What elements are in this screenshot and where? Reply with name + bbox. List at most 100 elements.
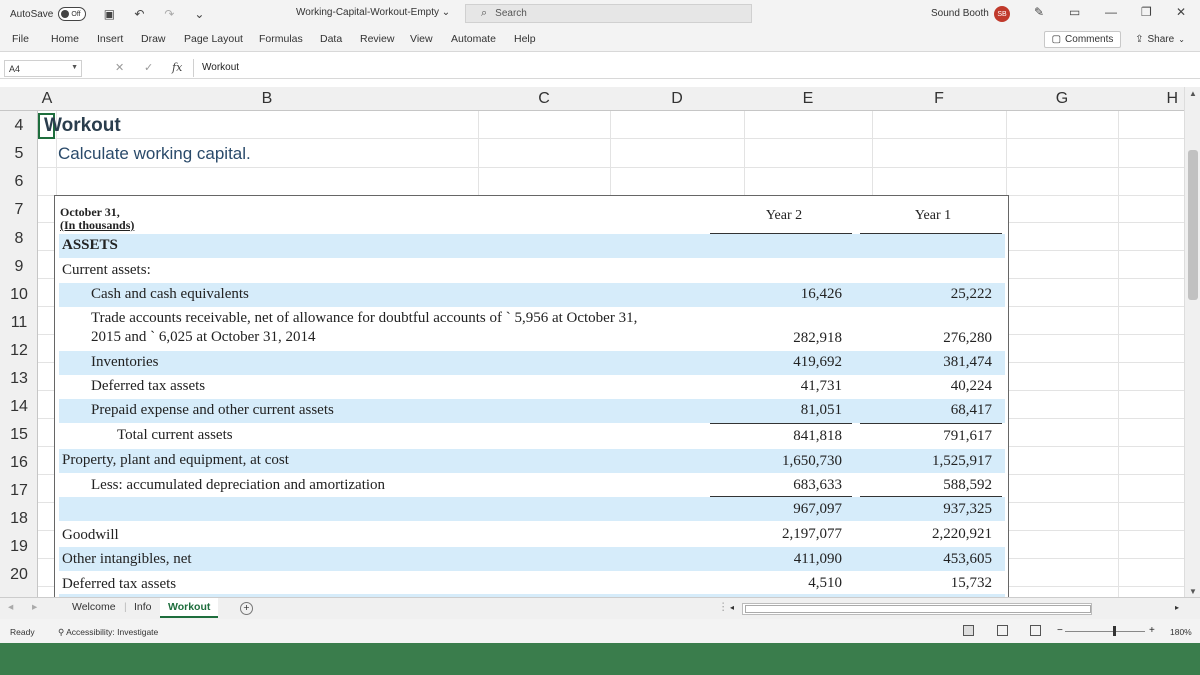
table-cell-y2: 683,633 [793,477,842,493]
row-header-19[interactable]: 19 [0,538,38,556]
tab-view[interactable]: View [410,33,433,45]
restore-icon[interactable]: ❐ [1141,5,1152,19]
row-header-6[interactable]: 6 [0,173,38,191]
customize-icon[interactable]: ⌄ [192,7,206,21]
zoom-out-icon[interactable]: − [1057,625,1063,636]
row-header-18[interactable]: 18 [0,510,38,528]
autosave-toggle[interactable]: Off [58,7,87,21]
tab-automate[interactable]: Automate [451,33,496,45]
ribbon-display-icon[interactable]: ▭ [1069,5,1080,19]
column-header-a[interactable]: A [38,90,56,108]
tab-review[interactable]: Review [360,33,394,45]
row-header-14[interactable]: 14 [0,398,38,416]
table-cell-y2: 419,692 [793,354,842,370]
row-header-16[interactable]: 16 [0,454,38,472]
page-title[interactable]: Workout [44,115,121,137]
column-header-h[interactable]: H [1118,90,1184,108]
search-icon: ⌕ [481,7,488,19]
scroll-left-icon[interactable]: ◂ [730,603,734,612]
tab-file[interactable]: File [12,33,29,45]
table-cell-y1: 40,224 [950,378,992,394]
scroll-down-icon[interactable]: ▼ [1189,587,1197,596]
row-header-12[interactable]: 12 [0,342,38,360]
pen-icon[interactable]: ✎ [1034,5,1044,19]
table-cell-y1: 791,617 [943,428,992,444]
vertical-scroll-thumb[interactable] [1188,150,1198,300]
row-header-9[interactable]: 9 [0,258,38,276]
row-header-17[interactable]: 17 [0,482,38,500]
row-header-7[interactable]: 7 [0,201,38,219]
scroll-right-icon[interactable]: ▸ [1175,603,1179,612]
zoom-level[interactable]: 180% [1170,627,1192,637]
tab-home[interactable]: Home [51,33,79,45]
row-header-11[interactable]: 11 [0,314,38,332]
tab-help[interactable]: Help [514,33,536,45]
table-cell-y2: 841,818 [793,428,842,444]
comment-icon: ▢ [1051,34,1062,45]
page-break-view-icon[interactable] [1030,625,1041,636]
table-row-label: Total current assets [117,427,233,443]
close-icon[interactable]: ✕ [1176,5,1186,19]
tab-draw[interactable]: Draw [141,33,166,45]
avatar[interactable]: SB [994,6,1010,22]
tab-insert[interactable]: Insert [97,33,123,45]
user-name[interactable]: Sound Booth [931,8,989,19]
zoom-slider[interactable] [1065,631,1145,632]
name-box[interactable]: A4 ▼ [4,60,82,77]
column-header-d[interactable]: D [610,90,744,108]
add-sheet-button[interactable]: + [240,602,253,615]
chevron-down-icon[interactable]: ▼ [71,64,78,71]
tab-next-icon[interactable]: ▸ [32,601,37,613]
page-subtitle[interactable]: Calculate working capital. [58,144,251,164]
cancel-icon[interactable]: ✕ [115,61,124,74]
row-header-15[interactable]: 15 [0,426,38,444]
horizontal-scrollbar[interactable] [742,603,1092,615]
document-title[interactable]: Working-Capital-Workout-Empty ⌄ [296,7,450,18]
column-header-f[interactable]: F [872,90,1006,108]
grid-row [38,111,1184,139]
table-cell-y1: 453,605 [943,551,992,567]
tab-info[interactable]: Info [134,601,152,613]
worksheet-grid[interactable]: A B C D E F G H 4 5 6 7 8 9 10 11 12 13 … [0,87,1184,597]
redo-icon[interactable]: ↷ [162,7,176,21]
row-header-8[interactable]: 8 [0,230,38,248]
undo-icon[interactable]: ↶ [132,7,146,21]
tab-prev-icon[interactable]: ◂ [8,601,13,613]
search-box[interactable]: ⌕ Search [465,4,752,23]
row-header-5[interactable]: 5 [0,145,38,163]
normal-view-icon[interactable] [963,625,974,636]
row-header-10[interactable]: 10 [0,286,38,304]
horizontal-scroll-thumb[interactable] [745,605,1091,613]
tab-data[interactable]: Data [320,33,342,45]
tab-workout[interactable]: Workout [160,598,219,618]
column-header-c[interactable]: C [478,90,610,108]
zoom-in-icon[interactable]: + [1149,625,1155,636]
autosave-control[interactable]: AutoSave Off [10,7,87,21]
row-header-4[interactable]: 4 [0,117,38,135]
row-header-13[interactable]: 13 [0,370,38,388]
column-header-e[interactable]: E [744,90,872,108]
autosave-state: Off [71,10,81,18]
grid-column-line [1118,111,1119,597]
scroll-up-icon[interactable]: ▲ [1189,89,1197,98]
tab-page-layout[interactable]: Page Layout [184,33,243,45]
split-handle-icon[interactable]: ⋮ [718,601,729,613]
column-header-g[interactable]: G [1006,90,1118,108]
formula-input[interactable]: Workout [202,62,239,73]
page-layout-view-icon[interactable] [997,625,1008,636]
zoom-slider-knob[interactable] [1113,626,1116,636]
accessibility-status[interactable]: ⚲ Accessibility: Investigate [58,627,158,638]
minimize-icon[interactable]: — [1105,5,1117,19]
comments-button[interactable]: ▢ Comments [1044,31,1121,48]
insert-function-icon[interactable]: fx [172,61,182,74]
save-icon[interactable]: ▣ [102,7,116,21]
enter-icon[interactable]: ✓ [144,61,153,74]
share-button[interactable]: ⇪ Share ⌄ [1128,31,1192,48]
table-cell-y2: 2,197,077 [782,526,842,542]
tab-welcome[interactable]: Welcome [72,601,116,613]
column-header-b[interactable]: B [56,90,478,108]
table-row-label: Goodwill [62,527,119,543]
row-header-20[interactable]: 20 [0,566,38,584]
tab-formulas[interactable]: Formulas [259,33,303,45]
vertical-scrollbar[interactable]: ▲ ▼ [1184,87,1200,597]
